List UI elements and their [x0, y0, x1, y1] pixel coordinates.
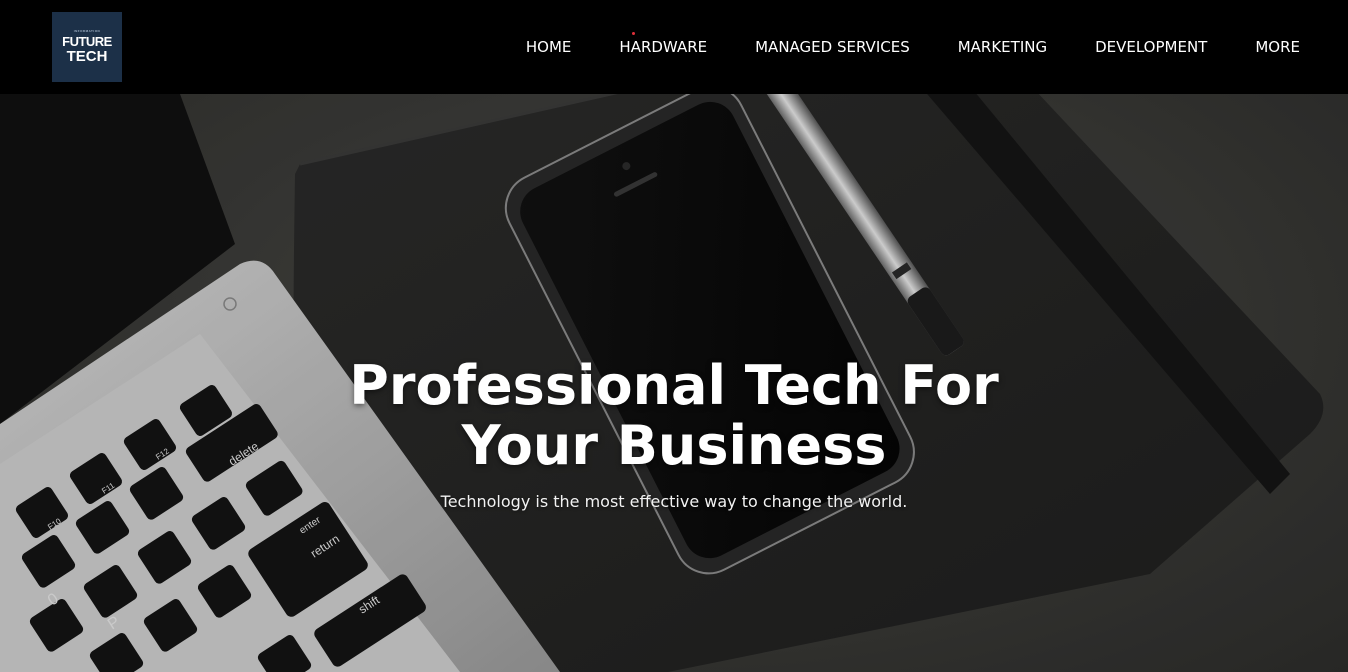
- logo-tagline: INFORMATION: [73, 29, 101, 33]
- nav-item-hardware[interactable]: HARDWARE: [619, 32, 708, 56]
- nav-item-hardware-label: HARDWARE: [619, 38, 708, 56]
- nav-item-marketing[interactable]: MARKETING: [958, 38, 1047, 56]
- hero-title-line-1: Professional Tech For: [349, 354, 999, 417]
- site-header: INFORMATION FUTURE TECH HOME HARDWARE MA…: [0, 0, 1348, 94]
- hero-banner: delete enter return shift F10 F11 F12 P …: [0, 94, 1348, 672]
- nav-item-more[interactable]: MORE: [1255, 38, 1300, 56]
- hero-subtitle: Technology is the most effective way to …: [440, 492, 908, 511]
- hero-title-line-2: Your Business: [461, 414, 887, 477]
- main-nav: HOME HARDWARE MANAGED SERVICES MARKETING…: [526, 0, 1300, 94]
- site-logo[interactable]: INFORMATION FUTURE TECH: [52, 12, 122, 82]
- nav-item-managed-services[interactable]: MANAGED SERVICES: [755, 38, 910, 56]
- logo-text-future: FUTURE: [62, 34, 112, 49]
- nav-item-home[interactable]: HOME: [526, 38, 572, 56]
- nav-item-development[interactable]: DEVELOPMENT: [1095, 38, 1207, 56]
- active-indicator-dot: [632, 32, 636, 35]
- hero-title: Professional Tech For Your Business: [0, 356, 1348, 476]
- logo-text-tech: TECH: [66, 48, 108, 65]
